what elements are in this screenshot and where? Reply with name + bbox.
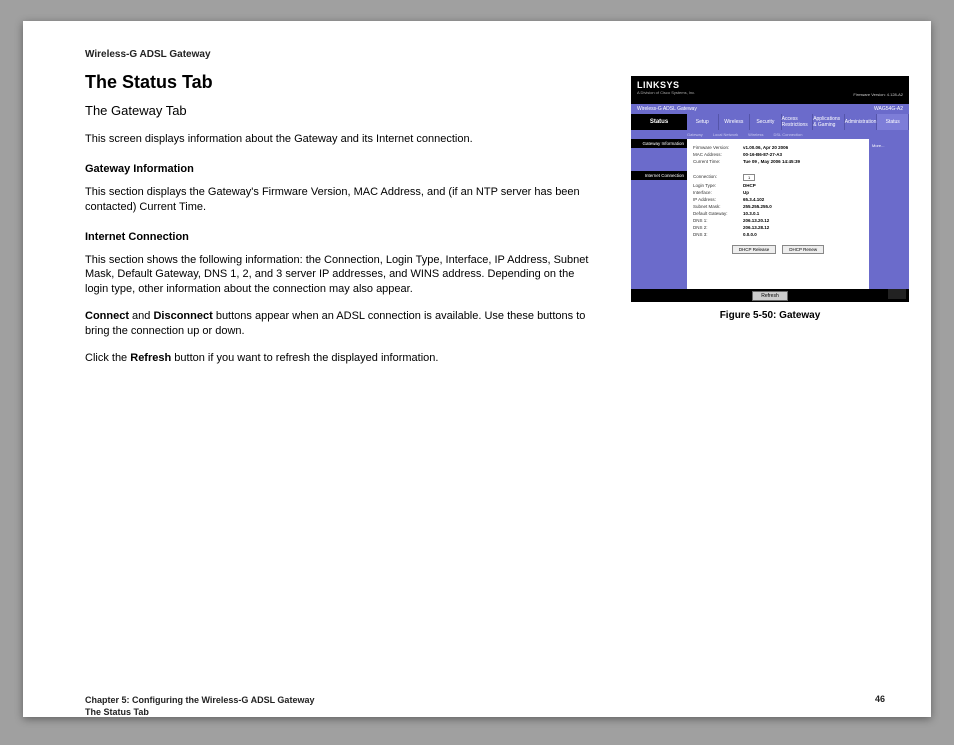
tab-security[interactable]: Security: [750, 114, 782, 130]
refresh-label: Refresh: [130, 352, 171, 364]
connect-label: Connect: [85, 310, 129, 322]
row-mac-address: MAC Address:00-16-B6-87-27-A3: [693, 152, 863, 157]
key: DNS 1:: [693, 218, 743, 223]
page: Wireless-G ADSL Gateway The Status Tab T…: [23, 21, 931, 717]
intro-paragraph: This screen displays information about t…: [85, 132, 595, 147]
figure-caption: Figure 5-50: Gateway: [720, 310, 821, 321]
figure-tab-row: Setup Wireless Security Access Restricti…: [687, 114, 909, 130]
row-ip-address: IP Address:65.3.4.102: [693, 197, 863, 202]
figure-left-labels: Gateway Information Internet Connection: [631, 139, 687, 289]
key: Login Type:: [693, 183, 743, 188]
figure-model-bar: Wireless-G ADSL Gateway WAG54G-A2: [631, 104, 909, 114]
footer-chapter: Chapter 5: Configuring the Wireless-G AD…: [85, 694, 314, 707]
figure-body: Gateway Information Internet Connection …: [631, 139, 909, 289]
section-body-gateway-info: This section displays the Gateway's Firm…: [85, 185, 595, 215]
value: DHCP: [743, 183, 756, 188]
key: DNS 2:: [693, 225, 743, 230]
connect-disconnect-paragraph: Connect and Disconnect buttons appear wh…: [85, 309, 595, 339]
tab-access-restrictions[interactable]: Access Restrictions: [782, 114, 814, 130]
tab-applications-gaming[interactable]: Applications & Gaming: [813, 114, 845, 130]
running-header: Wireless-G ADSL Gateway: [85, 49, 885, 60]
text-column: The Status Tab The Gateway Tab This scre…: [85, 72, 605, 378]
connection-select[interactable]: 1: [743, 174, 755, 181]
subtab-wireless[interactable]: Wireless: [748, 130, 763, 139]
value: 255.255.255.0: [743, 204, 772, 209]
figure-column: LINKSYS A Division of Cisco Systems, Inc…: [631, 72, 909, 378]
figure-gateway-screenshot: LINKSYS A Division of Cisco Systems, Inc…: [631, 76, 909, 302]
row-connection: Connection:1: [693, 174, 863, 181]
row-interface: Interface:Up: [693, 190, 863, 195]
cisco-logo-icon: [888, 289, 906, 299]
section-heading-internet-connection: Internet Connection: [85, 231, 605, 243]
figure-footer: Refresh: [631, 289, 909, 302]
value: 65.3.4.102: [743, 197, 764, 202]
tab-side-label: Status: [631, 114, 687, 130]
refresh-paragraph: Click the Refresh button if you want to …: [85, 351, 595, 366]
value: v1.00.06, Apr 20 2006: [743, 145, 788, 150]
row-firmware-version: Firmware Version:v1.00.06, Apr 20 2006: [693, 145, 863, 150]
value: 206.13.28.12: [743, 225, 769, 230]
firmware-version-label: Firmware Version: 4.128-A2: [853, 92, 903, 97]
key: IP Address:: [693, 197, 743, 202]
footer-left: Chapter 5: Configuring the Wireless-G AD…: [85, 694, 314, 719]
row-dns2: DNS 2:206.13.28.12: [693, 225, 863, 230]
brand-logo: LINKSYS: [637, 80, 903, 90]
subtab-gateway[interactable]: Gateway: [687, 130, 703, 139]
two-column-layout: The Status Tab The Gateway Tab This scre…: [85, 72, 885, 378]
footer-section: The Status Tab: [85, 706, 314, 719]
tab-setup[interactable]: Setup: [687, 114, 719, 130]
figure-content: Firmware Version:v1.00.06, Apr 20 2006 M…: [687, 139, 869, 289]
key: Subnet Mask:: [693, 204, 743, 209]
value: 206.13.20.12: [743, 218, 769, 223]
row-current-time: Current Time:Tue 09 , May 2006 14:45:39: [693, 159, 863, 164]
text: and: [129, 310, 153, 322]
subtab-local-network[interactable]: Local Network: [713, 130, 738, 139]
figure-tab-bar: Status Setup Wireless Security Access Re…: [631, 114, 909, 130]
dhcp-renew-button[interactable]: DHCP Renew: [782, 245, 824, 254]
refresh-button[interactable]: Refresh: [752, 291, 788, 301]
dhcp-buttons: DHCP Release DHCP Renew: [693, 245, 863, 254]
section-heading-gateway-info: Gateway Information: [85, 163, 605, 175]
row-login-type: Login Type:DHCP: [693, 183, 863, 188]
key: Connection:: [693, 174, 743, 181]
text: button if you want to refresh the displa…: [171, 352, 438, 364]
row-subnet-mask: Subnet Mask:255.255.255.0: [693, 204, 863, 209]
key: MAC Address:: [693, 152, 743, 157]
subtab-dsl-connection[interactable]: DSL Connection: [773, 130, 802, 139]
model-number: WAG54G-A2: [874, 106, 903, 112]
key: Current Time:: [693, 159, 743, 164]
page-subtitle: The Gateway Tab: [85, 103, 605, 118]
tab-wireless[interactable]: Wireless: [719, 114, 751, 130]
page-title: The Status Tab: [85, 72, 605, 93]
disconnect-label: Disconnect: [153, 310, 212, 322]
page-number: 46: [875, 694, 885, 719]
page-footer: Chapter 5: Configuring the Wireless-G AD…: [85, 694, 885, 719]
value: Up: [743, 190, 749, 195]
key: Default Gateway:: [693, 211, 743, 216]
key: Firmware Version:: [693, 145, 743, 150]
model-title: Wireless-G ADSL Gateway: [637, 106, 697, 112]
tab-administration[interactable]: Administration: [845, 114, 878, 130]
section-body-internet-connection: This section shows the following informa…: [85, 253, 595, 298]
row-dns3: DNS 3:0.0.0.0: [693, 232, 863, 237]
group-label-internet-connection: Internet Connection: [631, 171, 687, 180]
page-inner: Wireless-G ADSL Gateway The Status Tab T…: [23, 21, 931, 745]
more-link[interactable]: More...: [872, 143, 884, 148]
row-dns1: DNS 1:206.13.20.12: [693, 218, 863, 223]
value: 10.3.0.1: [743, 211, 759, 216]
figure-brand-bar: LINKSYS A Division of Cisco Systems, Inc…: [631, 76, 909, 104]
group-label-gateway-info: Gateway Information: [631, 139, 687, 148]
value: 0.0.0.0: [743, 232, 757, 237]
tab-status[interactable]: Status: [877, 114, 909, 130]
figure-subtab-row: Gateway Local Network Wireless DSL Conne…: [631, 130, 909, 139]
value: 00-16-B6-87-27-A3: [743, 152, 782, 157]
key: Interface:: [693, 190, 743, 195]
text: Click the: [85, 352, 130, 364]
figure-help-column: More...: [869, 139, 909, 289]
dhcp-release-button[interactable]: DHCP Release: [732, 245, 776, 254]
row-default-gateway: Default Gateway:10.3.0.1: [693, 211, 863, 216]
value: Tue 09 , May 2006 14:45:39: [743, 159, 800, 164]
key: DNS 3:: [693, 232, 743, 237]
